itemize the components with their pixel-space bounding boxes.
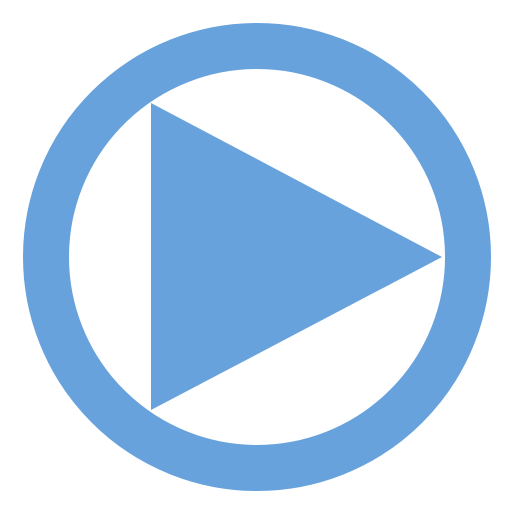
play-triangle-icon <box>151 103 442 410</box>
play-button-canvas <box>0 0 512 512</box>
play-circle-icon[interactable] <box>0 0 512 512</box>
